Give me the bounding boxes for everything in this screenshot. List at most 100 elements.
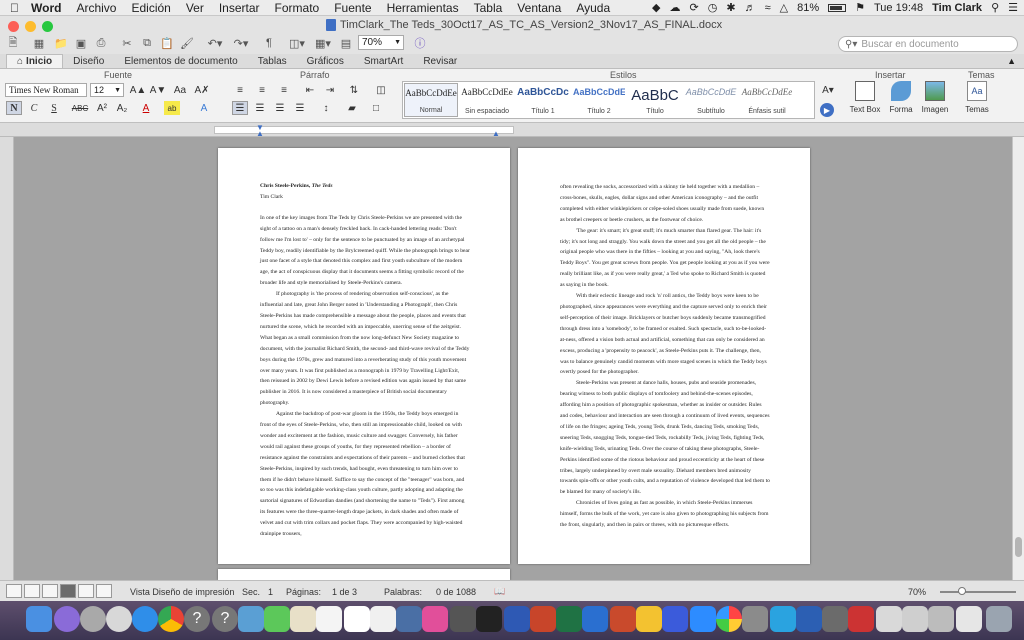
spotlight-icon[interactable]: ⚲: [991, 1, 999, 14]
save-icon[interactable]: ▣: [72, 36, 90, 50]
open-folder-icon[interactable]: 📁: [52, 36, 70, 50]
document-page-2[interactable]: often revealing the socks, accessorized …: [518, 148, 810, 564]
picture-button[interactable]: Imagen: [918, 81, 952, 121]
menu-fuente[interactable]: Fuente: [334, 1, 371, 15]
reminders-icon[interactable]: [370, 606, 396, 632]
user-name[interactable]: Tim Clark: [932, 2, 982, 14]
font-name-select[interactable]: Times New Roman: [5, 83, 87, 97]
subscript-button[interactable]: A₂: [114, 101, 130, 115]
mail-icon[interactable]: [238, 606, 264, 632]
themes-button[interactable]: Aa Temas: [960, 81, 994, 121]
cloud-icon[interactable]: ☁: [670, 1, 681, 14]
calendar-icon[interactable]: [344, 606, 370, 632]
airplay-icon[interactable]: △: [780, 1, 788, 14]
notes-icon[interactable]: [316, 606, 342, 632]
font-color-icon[interactable]: A: [138, 101, 154, 115]
draft-view-button[interactable]: [6, 584, 22, 598]
sidebar-icon[interactable]: ▤: [338, 36, 354, 50]
search-input[interactable]: Buscar en documento: [861, 39, 958, 50]
dropbox-icon[interactable]: ◆: [652, 1, 660, 14]
menu-insertar[interactable]: Insertar: [219, 1, 260, 15]
minimize-window-button[interactable]: [25, 21, 36, 32]
undo-icon[interactable]: ↶▾: [204, 36, 226, 50]
templates-icon[interactable]: ▦: [30, 36, 48, 50]
wifi-icon[interactable]: ≈: [765, 2, 771, 14]
acrobat-icon[interactable]: [610, 606, 636, 632]
menu-app[interactable]: Word: [31, 1, 61, 15]
styles-pane-icon[interactable]: A▾: [818, 83, 838, 97]
style-titulo-2[interactable]: AaBbCcDdE Título 2: [572, 83, 626, 117]
sonos-icon[interactable]: [476, 606, 502, 632]
bold-button[interactable]: N: [6, 101, 22, 115]
trash-icon[interactable]: [986, 606, 1012, 632]
sync-icon[interactable]: ⟳: [690, 1, 699, 14]
format-painter-icon[interactable]: 🖌: [178, 36, 196, 50]
style-subtitulo[interactable]: AaBbCcDdE Subtítulo: [684, 83, 738, 117]
battery-icon[interactable]: [828, 3, 847, 12]
finder-icon[interactable]: [26, 606, 52, 632]
table-icon[interactable]: ▦▾: [312, 36, 334, 50]
search-field[interactable]: ⚲▾ Buscar en documento: [838, 36, 1018, 52]
flag-icon[interactable]: ⚑: [855, 1, 865, 14]
notebook-view-button[interactable]: [78, 584, 94, 598]
highlight-icon[interactable]: ab: [164, 101, 180, 115]
help-icon[interactable]: ⓘ: [412, 36, 428, 50]
style-titulo[interactable]: AaBbC Título: [628, 83, 682, 117]
powerpoint-icon[interactable]: [530, 606, 556, 632]
shading-icon[interactable]: ▰: [344, 101, 360, 115]
safari-icon[interactable]: [132, 606, 158, 632]
app-icon[interactable]: [450, 606, 476, 632]
tab-diseno[interactable]: Diseño: [63, 54, 114, 68]
superscript-button[interactable]: A²: [94, 101, 110, 115]
grow-font-icon[interactable]: A▲: [130, 83, 147, 97]
word-icon[interactable]: [504, 606, 530, 632]
contacts-icon[interactable]: [290, 606, 316, 632]
notification-center-icon[interactable]: ☰: [1008, 1, 1018, 14]
underline-button[interactable]: S: [46, 101, 62, 115]
menu-archivo[interactable]: Archivo: [76, 1, 116, 15]
bullets-icon[interactable]: ≡: [232, 83, 248, 97]
collapse-ribbon-icon[interactable]: ▲: [1007, 56, 1016, 66]
unknown-app-icon[interactable]: ?: [212, 606, 238, 632]
strikethrough-button[interactable]: ABC: [72, 101, 88, 115]
document-icon[interactable]: [956, 606, 982, 632]
vertical-scrollbar[interactable]: [1012, 137, 1024, 580]
menu-ayuda[interactable]: Ayuda: [576, 1, 610, 15]
align-left-icon[interactable]: ☰: [232, 101, 248, 115]
paste-icon[interactable]: 📋: [158, 36, 176, 50]
tab-inicio[interactable]: ⌂ Inicio: [6, 54, 64, 68]
menu-tabla[interactable]: Tabla: [474, 1, 503, 15]
align-center-icon[interactable]: ☰: [252, 101, 268, 115]
clock[interactable]: Tue 19:48: [874, 2, 923, 14]
app-store-icon[interactable]: [690, 606, 716, 632]
unknown-app-icon[interactable]: ?: [184, 606, 210, 632]
vertical-ruler[interactable]: [0, 137, 14, 580]
app-icon[interactable]: [796, 606, 822, 632]
system-preferences-icon[interactable]: [742, 606, 768, 632]
app-icon[interactable]: [636, 606, 662, 632]
columns-icon[interactable]: ◫: [370, 83, 392, 97]
publishing-view-button[interactable]: [42, 584, 58, 598]
document-canvas[interactable]: Chris Steele-Perkins, The Teds Tim Clark…: [14, 137, 1012, 580]
cut-icon[interactable]: ✂: [118, 36, 136, 50]
photo-icon[interactable]: [106, 606, 132, 632]
multilevel-list-icon[interactable]: ≡: [276, 83, 292, 97]
app-icon[interactable]: [662, 606, 688, 632]
zoom-slider[interactable]: [940, 591, 1016, 593]
style-enfasis-sutil[interactable]: AaBbCcDdEe Énfasis sutil: [740, 83, 794, 117]
tab-smartart[interactable]: SmartArt: [354, 54, 413, 68]
document-icon[interactable]: [876, 606, 902, 632]
launchpad-icon[interactable]: [80, 606, 106, 632]
menu-formato[interactable]: Formato: [275, 1, 320, 15]
decrease-indent-icon[interactable]: ⇤: [302, 83, 318, 97]
font-size-select[interactable]: 12 ▼: [90, 83, 124, 97]
outlook-icon[interactable]: [582, 606, 608, 632]
tab-revisar[interactable]: Revisar: [413, 54, 467, 68]
close-window-button[interactable]: [8, 21, 19, 32]
next-page-icon[interactable]: ▶: [820, 103, 834, 117]
volume-icon[interactable]: ♬: [745, 2, 756, 14]
document-icon[interactable]: [902, 606, 928, 632]
menu-ver[interactable]: Ver: [186, 1, 204, 15]
justify-icon[interactable]: ☰: [292, 101, 308, 115]
style-sin-espaciado[interactable]: AaBbCcDdEe Sin espaciado: [460, 83, 514, 117]
